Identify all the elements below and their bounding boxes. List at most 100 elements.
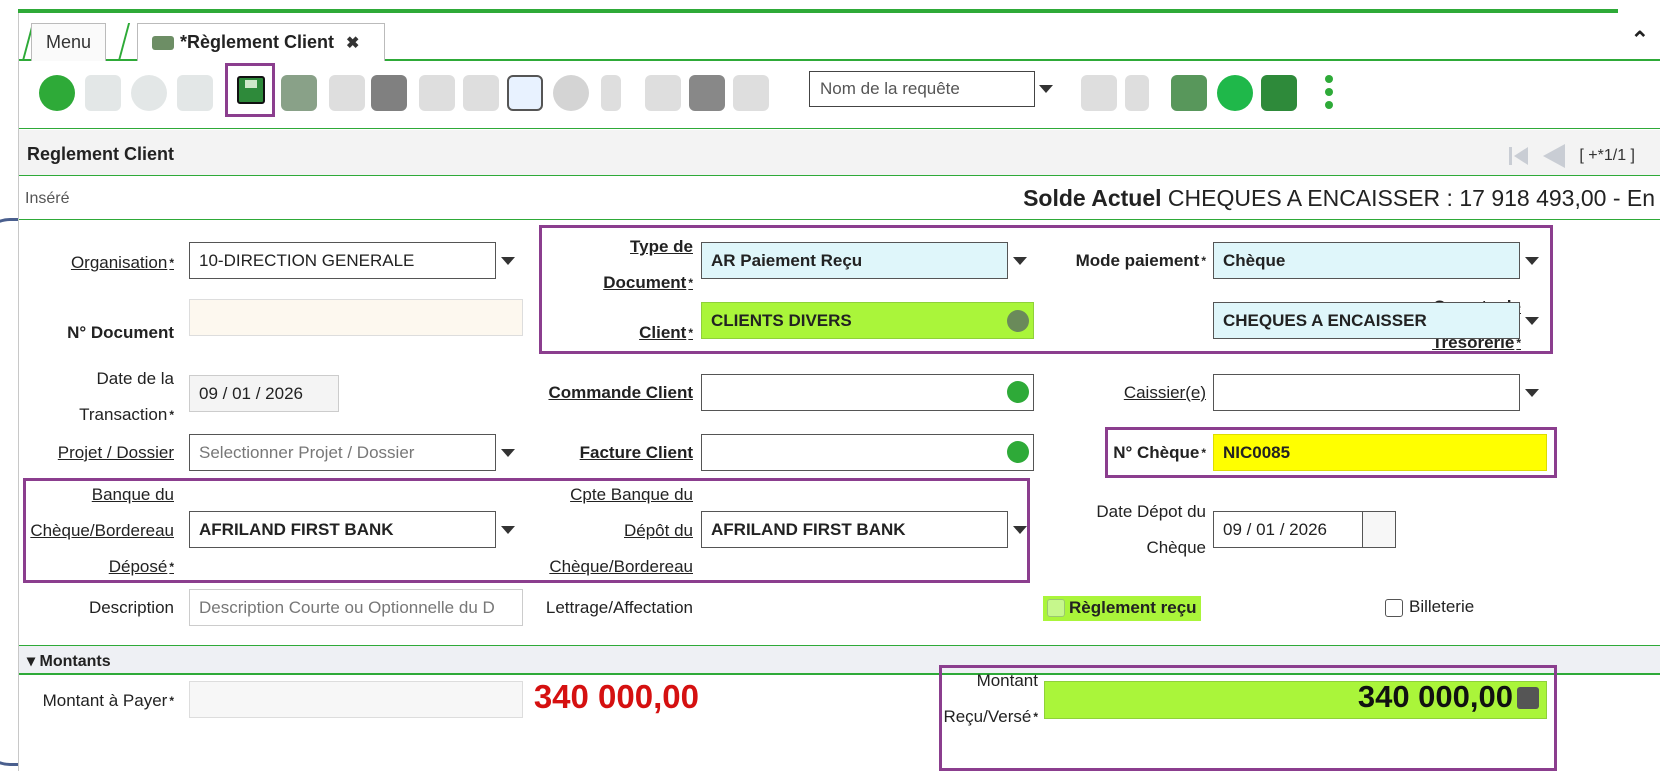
mode-paiement-select[interactable]: Chèque (1213, 242, 1520, 279)
mail-icon[interactable] (1081, 75, 1117, 111)
organisation-label: Organisation * (70, 253, 174, 272)
top-accent-line (0, 0, 1660, 13)
description-field[interactable]: Description Courte ou Optionnelle du D (189, 589, 523, 626)
chart-icon[interactable] (553, 75, 589, 111)
money-icon (152, 35, 174, 50)
billeterie-checkbox[interactable] (1385, 599, 1403, 617)
save-button[interactable] (225, 63, 275, 117)
chevron-down-icon[interactable] (1013, 526, 1027, 534)
previous-record-icon[interactable] (1543, 144, 1566, 168)
montant-recu-value: 340 000,00 (1357, 679, 1513, 714)
cpte-banque-depot-label: Cpte Banque du Dépôt du Chèque/Bordereau (549, 485, 693, 576)
process-icon[interactable] (645, 75, 681, 111)
tab-reglement-client-label: *Règlement Client (180, 32, 335, 52)
date-transaction-field[interactable]: 09 / 01 / 2026 (189, 375, 339, 412)
new-record-icon[interactable] (85, 75, 121, 111)
delete-icon[interactable] (419, 75, 455, 111)
chevron-down-icon[interactable] (1525, 257, 1539, 265)
reglement-recu-toggle[interactable]: Règlement reçu (1043, 596, 1201, 621)
tab-menu[interactable]: Menu (31, 23, 107, 61)
montant-payer-label: Montant à Payer * (42, 691, 174, 710)
query-select[interactable]: Nom de la requête (809, 71, 1035, 107)
mode-paiement-label: Mode paiement * (1075, 251, 1206, 270)
n-cheque-label: N° Chèque * (1113, 443, 1206, 462)
toolbar: Nom de la requête (19, 63, 1660, 129)
balance-label: Solde Actuel (1023, 185, 1162, 211)
back-icon[interactable] (39, 75, 75, 111)
section-header: Reglement Client [ +*1/1 ] (19, 130, 1660, 176)
app-window: Menu *Règlement Client ✖ ⌃ Nom de la req… (18, 13, 1660, 771)
save-icon (237, 76, 265, 104)
projet-label: Projet / Dossier (57, 443, 174, 462)
cpte-banque-depot-select[interactable]: AFRILAND FIRST BANK (701, 511, 1008, 548)
first-record-icon[interactable] (1509, 147, 1529, 165)
close-icon[interactable]: ✖ (346, 33, 359, 53)
chevron-down-icon[interactable] (1013, 257, 1027, 265)
calendar-icon[interactable] (1362, 511, 1396, 548)
date-depot-label: Date Dépot du Chèque (1096, 502, 1206, 557)
open-link-icon[interactable] (1007, 441, 1029, 463)
copy-icon[interactable] (177, 75, 213, 111)
reglement-recu-checkbox[interactable] (1047, 599, 1065, 617)
email-icon[interactable] (1261, 75, 1297, 111)
caissier-select[interactable] (1213, 374, 1520, 411)
search-icon[interactable] (507, 75, 543, 111)
whatsapp-icon[interactable] (1217, 75, 1253, 111)
client-label: Client * (639, 323, 693, 342)
zoom-icon[interactable] (463, 75, 499, 111)
date-depot-field[interactable]: 09 / 01 / 2026 (1213, 511, 1363, 548)
montants-title: ▾ Montants (27, 653, 111, 670)
record-counter: [ +*1/1 ] (1579, 147, 1635, 164)
description-label: Description (88, 598, 174, 617)
user-icon[interactable] (733, 75, 769, 111)
print-icon[interactable] (329, 75, 365, 111)
save-new-icon[interactable] (281, 75, 317, 111)
chevron-down-icon[interactable] (1525, 317, 1539, 325)
chevron-down-icon[interactable] (1039, 85, 1053, 93)
banque-cheque-label: Banque du Chèque/Bordereau Déposé * (30, 485, 174, 576)
grid-icon[interactable] (371, 75, 407, 111)
tab-bar: Menu *Règlement Client ✖ ⌃ (19, 13, 1660, 61)
type-document-label: Type de Document * (603, 237, 693, 292)
tab-reglement-client[interactable]: *Règlement Client ✖ (137, 23, 385, 61)
tab-menu-label: Menu (46, 32, 92, 52)
more-options-icon[interactable] (1325, 75, 1333, 111)
calculator-icon[interactable] (1517, 687, 1539, 709)
tab-divider (117, 23, 131, 61)
chevron-down-icon[interactable] (501, 257, 515, 265)
n-cheque-field[interactable]: NIC0085 (1213, 434, 1547, 471)
facture-client-label: Facture Client (579, 443, 693, 462)
collapse-icon[interactable]: ⌃ (1631, 27, 1649, 53)
n-document-label: N° Document (67, 323, 174, 342)
refresh-icon[interactable] (131, 75, 167, 111)
commande-client-field[interactable] (701, 374, 1034, 411)
document-icon[interactable] (1125, 75, 1149, 111)
projet-select[interactable]: Selectionner Projet / Dossier (189, 434, 496, 471)
banque-cheque-select[interactable]: AFRILAND FIRST BANK (189, 511, 496, 548)
chevron-down-icon[interactable] (1525, 389, 1539, 397)
montant-recu-label: Montant Reçu/Versé * (943, 671, 1038, 726)
archive-icon[interactable] (689, 75, 725, 111)
status-bar: Inséré Solde Actuel CHEQUES A ENCAISSER … (19, 176, 1660, 220)
type-document-select[interactable]: AR Paiement Reçu (701, 242, 1008, 279)
commande-client-label: Commande Client (548, 383, 693, 402)
lettrage-label: Lettrage/Affectation (545, 598, 693, 617)
compte-tresorerie-select[interactable]: CHEQUES A ENCAISSER (1213, 302, 1520, 339)
date-transaction-label: Date de la Transaction * (79, 369, 174, 424)
record-status: Inséré (25, 190, 70, 207)
client-select[interactable]: CLIENTS DIVERS (701, 302, 1034, 339)
n-document-field[interactable] (189, 299, 523, 336)
chevron-down-icon[interactable] (501, 449, 515, 457)
caissier-label: Caissier(e) (1123, 383, 1206, 402)
reglement-recu-label: Règlement reçu (1069, 598, 1197, 617)
chevron-down-icon[interactable] (501, 526, 515, 534)
workflow-icon[interactable] (1171, 75, 1207, 111)
section-title: Reglement Client (27, 144, 175, 164)
balance-display: Solde Actuel CHEQUES A ENCAISSER : 17 91… (1023, 185, 1655, 212)
open-link-icon[interactable] (1007, 381, 1029, 403)
users-icon[interactable] (1007, 310, 1029, 332)
organisation-select[interactable]: 10-DIRECTION GENERALE (189, 242, 496, 279)
facture-client-field[interactable] (701, 434, 1034, 471)
attachment-icon[interactable] (601, 75, 621, 111)
record-navigation: [ +*1/1 ] (1509, 144, 1635, 168)
